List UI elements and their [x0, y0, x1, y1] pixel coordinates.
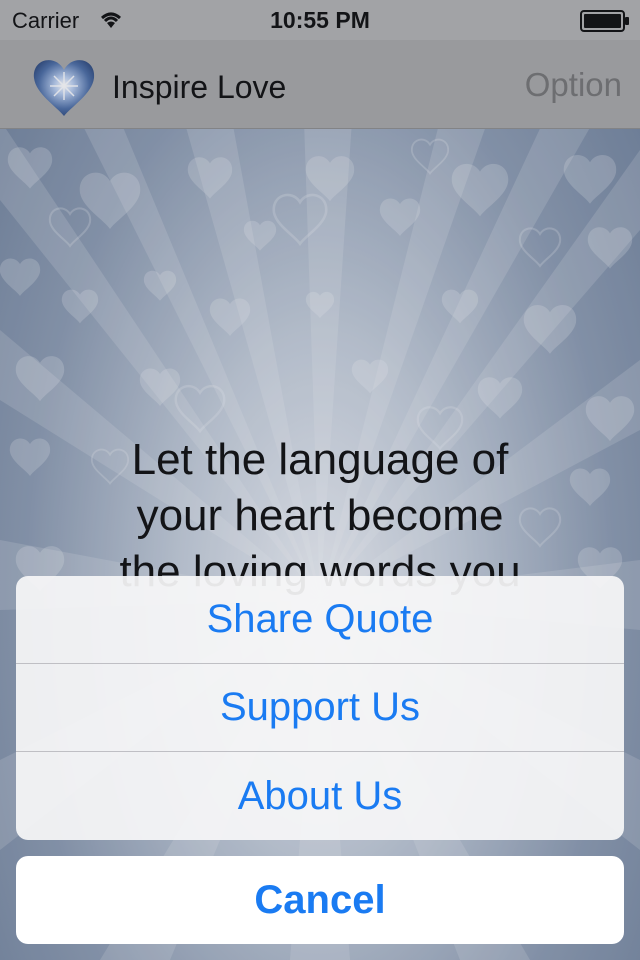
about-us-button[interactable]: About Us [16, 752, 624, 840]
share-quote-button[interactable]: Share Quote [16, 576, 624, 664]
action-sheet: Share Quote Support Us About Us [16, 576, 624, 840]
cancel-button[interactable]: Cancel [16, 856, 624, 944]
support-us-button[interactable]: Support Us [16, 664, 624, 752]
